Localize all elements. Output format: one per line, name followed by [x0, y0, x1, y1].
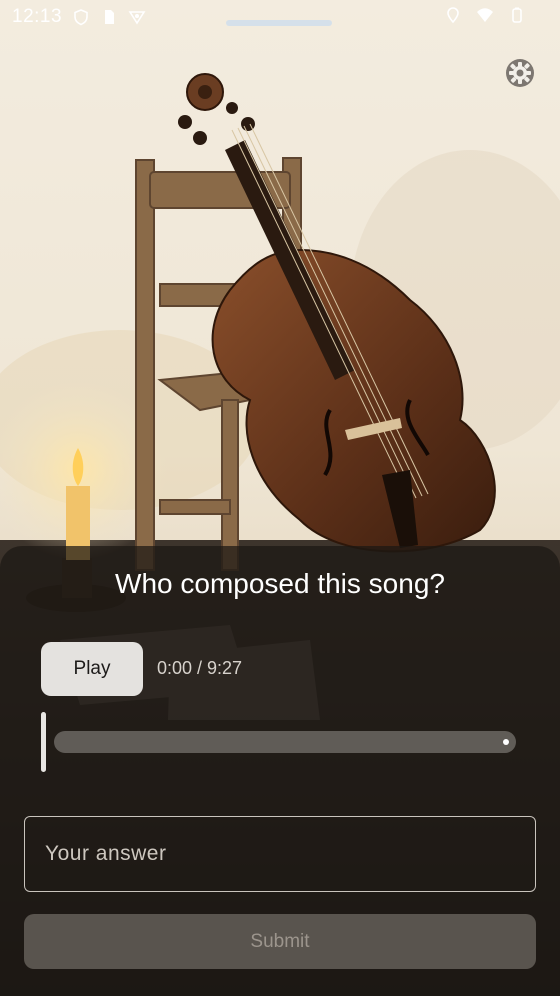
wifi-icon	[477, 8, 493, 22]
drag-handle-pill	[226, 20, 332, 26]
play-button[interactable]: Play	[41, 642, 143, 696]
submit-button[interactable]: Submit	[24, 914, 536, 969]
shield-icon	[74, 9, 88, 26]
settings-button[interactable]	[504, 57, 536, 89]
battery-icon	[512, 7, 522, 23]
seek-thumb[interactable]	[41, 712, 46, 772]
seek-bar[interactable]	[54, 731, 516, 753]
status-right-icons	[444, 6, 526, 24]
seek-end-marker	[503, 739, 509, 745]
vpn-key-icon	[128, 11, 146, 25]
sim-card-icon	[105, 10, 115, 24]
location-icon	[447, 7, 459, 24]
gear-icon	[506, 59, 534, 87]
question-text: Who composed this song?	[115, 568, 445, 599]
answer-field[interactable]	[24, 816, 536, 892]
status-time: 12:13	[12, 6, 63, 27]
status-left-icons	[72, 8, 146, 26]
quiz-screen: 12:13 Who composed this song? Play 0:00 …	[0, 0, 560, 996]
status-bar: 12:13	[0, 0, 560, 34]
answer-input[interactable]	[45, 817, 515, 891]
time-readout: 0:00 / 9:27	[157, 658, 243, 678]
